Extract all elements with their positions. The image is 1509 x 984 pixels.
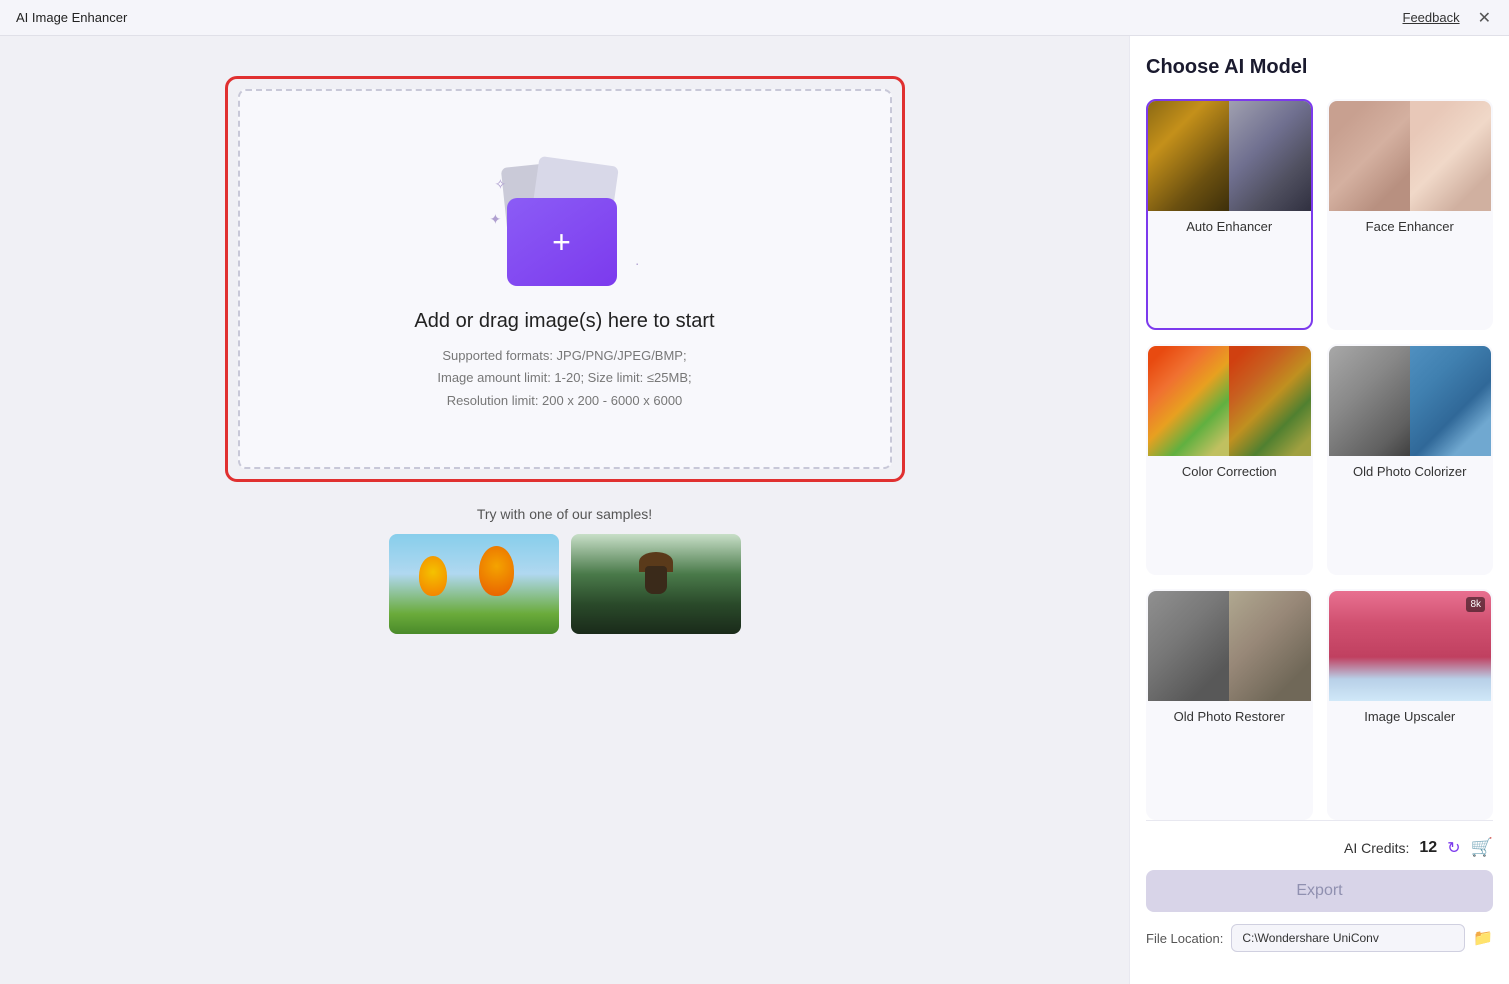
folder-open-icon[interactable]: 📁 [1473,928,1493,948]
model-card-image-upscaler[interactable]: 8k Image Upscaler [1327,589,1494,820]
model-card-img-color-correction [1148,346,1311,456]
face-enhancer-before [1329,101,1410,211]
cart-icon[interactable]: 🛒 [1471,837,1493,858]
file-location-row: File Location: C:\Wondershare UniConv 📁 [1146,924,1493,952]
color-correction-preview [1148,346,1311,456]
drop-sub-text: Supported formats: JPG/PNG/JPEG/BMP; Ima… [437,345,691,411]
samples-row [389,534,741,634]
refresh-icon[interactable]: ↻ [1447,838,1460,858]
model-label-image-upscaler: Image Upscaler [1329,701,1492,732]
auto-enhancer-before [1148,101,1229,211]
panel-title: Choose AI Model [1146,56,1493,79]
model-card-old-photo-restorer[interactable]: Old Photo Restorer [1146,589,1313,820]
colorizer-preview [1329,346,1492,456]
model-card-img-image-upscaler: 8k [1329,591,1492,701]
model-label-face-enhancer: Face Enhancer [1329,211,1492,242]
title-bar: AI Image Enhancer Feedback ✕ [0,0,1509,36]
restorer-preview [1148,591,1311,701]
credits-label: AI Credits: [1344,840,1409,856]
model-card-color-correction[interactable]: Color Correction [1146,344,1313,575]
auto-enhancer-preview [1148,101,1311,211]
face-enhancer-after [1410,101,1491,211]
model-label-old-photo-restorer: Old Photo Restorer [1148,701,1311,732]
drop-zone-inner[interactable]: + ✦ ✧ · Add or drag image(s) here to sta… [238,89,892,469]
color-correction-after [1229,346,1310,456]
samples-label: Try with one of our samples! [477,506,652,522]
close-button[interactable]: ✕ [1476,8,1493,28]
colorizer-after [1410,346,1491,456]
restorer-before [1148,591,1229,701]
model-card-img-old-photo-restorer [1148,591,1311,701]
right-panel: Choose AI Model Auto Enhancer [1129,36,1509,984]
credits-count: 12 [1419,839,1437,857]
title-bar-actions: Feedback ✕ [1403,8,1494,28]
app-title: AI Image Enhancer [16,10,127,25]
drop-main-text: Add or drag image(s) here to start [414,310,714,333]
file-location-label: File Location: [1146,931,1223,946]
face-enhancer-preview [1329,101,1492,211]
file-location-select[interactable]: C:\Wondershare UniConv [1231,924,1465,952]
sample-person[interactable] [571,534,741,634]
folder-plus-icon: + [552,226,571,258]
model-label-old-photo-colorizer: Old Photo Colorizer [1329,456,1492,487]
upscaler-preview: 8k [1329,591,1492,701]
color-correction-before [1148,346,1229,456]
samples-section: Try with one of our samples! [389,506,741,634]
sample-balloons[interactable] [389,534,559,634]
folder-main-icon: + [507,198,617,286]
left-panel: + ✦ ✧ · Add or drag image(s) here to sta… [0,36,1129,984]
model-card-img-old-photo-colorizer [1329,346,1492,456]
sparkle-icon-1: ✦ [490,211,502,228]
model-card-old-photo-colorizer[interactable]: Old Photo Colorizer [1327,344,1494,575]
bottom-panel: AI Credits: 12 ↻ 🛒 Export File Location:… [1146,820,1493,984]
feedback-link[interactable]: Feedback [1403,10,1460,25]
restorer-after [1229,591,1310,701]
drop-zone-outer[interactable]: + ✦ ✧ · Add or drag image(s) here to sta… [225,76,905,482]
model-grid: Auto Enhancer Face Enhancer [1146,99,1493,820]
export-button: Export [1146,870,1493,912]
model-card-face-enhancer[interactable]: Face Enhancer [1327,99,1494,330]
model-label-auto-enhancer: Auto Enhancer [1148,211,1311,242]
upscaler-badge: 8k [1466,597,1485,612]
sparkle-icon-3: · [635,255,640,271]
colorizer-before [1329,346,1410,456]
upload-icon: + ✦ ✧ · [485,156,645,286]
model-card-auto-enhancer[interactable]: Auto Enhancer [1146,99,1313,330]
model-label-color-correction: Color Correction [1148,456,1311,487]
main-layout: + ✦ ✧ · Add or drag image(s) here to sta… [0,36,1509,984]
model-card-img-auto-enhancer [1148,101,1311,211]
auto-enhancer-after [1229,101,1310,211]
credits-row: AI Credits: 12 ↻ 🛒 [1146,837,1493,858]
model-card-img-face-enhancer [1329,101,1492,211]
sparkle-icon-2: ✧ [495,176,507,193]
